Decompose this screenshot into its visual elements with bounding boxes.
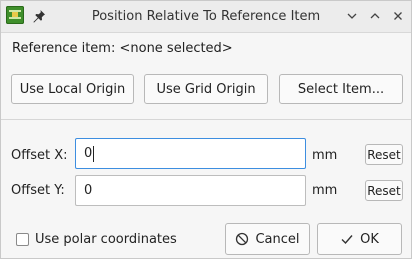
chevron-down-icon[interactable] [343,7,361,25]
offset-x-unit: mm [312,148,338,163]
offset-y-value: 0 [84,183,93,198]
offset-x-label: Offset X: [11,148,68,163]
cancel-label: Cancel [255,231,300,247]
dialog-window: Position Relative To Reference Item Refe… [0,0,412,259]
polar-coordinates-checkbox[interactable] [16,233,29,246]
offset-x-value: 0 [84,146,93,161]
chevron-up-icon[interactable] [366,7,384,25]
use-grid-origin-button[interactable]: Use Grid Origin [144,74,268,104]
divider [1,119,411,120]
ok-label: OK [360,231,379,247]
polar-coordinates-label[interactable]: Use polar coordinates [35,232,177,247]
select-item-button[interactable]: Select Item... [279,74,403,104]
offset-y-reset-button[interactable]: Reset [365,180,403,201]
offset-y-input[interactable]: 0 [75,175,306,206]
offset-y-label: Offset Y: [11,183,65,198]
cancel-icon [235,232,249,246]
title-bar[interactable]: Position Relative To Reference Item [1,1,411,33]
close-icon[interactable] [389,7,407,25]
offset-x-reset-button[interactable]: Reset [365,144,403,165]
reference-item-label: Reference item: <none selected> [12,41,233,56]
use-local-origin-button[interactable]: Use Local Origin [11,74,134,104]
offset-x-input[interactable]: 0 [75,138,306,169]
offset-y-unit: mm [312,183,338,198]
text-caret [93,145,95,162]
ok-button[interactable]: OK [317,223,402,255]
cancel-button[interactable]: Cancel [225,223,310,255]
checkmark-icon [340,232,354,246]
